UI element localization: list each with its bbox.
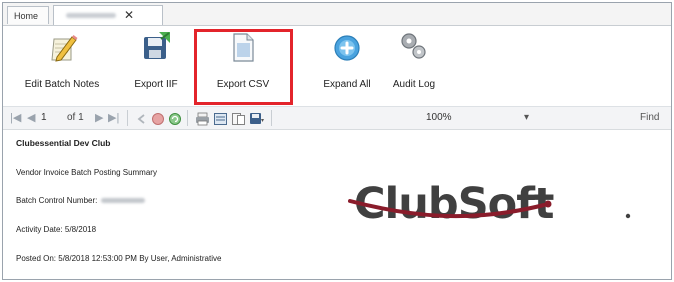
last-page-icon[interactable]: ▶|: [108, 110, 119, 126]
report-window: Home ✕ Edit Batch Notes Export IIF Expor…: [2, 2, 672, 280]
export-save-icon[interactable]: [249, 111, 265, 127]
logo-period: [625, 213, 631, 219]
refresh-icon[interactable]: [168, 111, 182, 127]
next-page-icon[interactable]: ▶: [95, 110, 103, 126]
export-csv-button[interactable]: Export CSV: [198, 26, 288, 104]
export-iif-label: Export IIF: [134, 79, 178, 90]
logo-text: ClubSoft: [354, 179, 554, 229]
page-setup-icon[interactable]: [231, 111, 246, 127]
tab-strip: Home ✕: [3, 3, 671, 26]
edit-batch-notes-button[interactable]: Edit Batch Notes: [4, 26, 120, 104]
stop-icon[interactable]: [151, 111, 165, 127]
club-name: Clubessential Dev Club: [16, 138, 111, 148]
find-link[interactable]: Find: [640, 110, 659, 126]
redacted-batch-number: [101, 198, 146, 204]
audit-log-button[interactable]: Audit Log: [382, 26, 446, 104]
export-csv-label: Export CSV: [216, 79, 270, 90]
nav-separator: [127, 110, 128, 126]
previous-page-icon[interactable]: ◀: [27, 110, 35, 126]
tab-home-label: Home: [14, 11, 39, 21]
pencil-notepad-icon: [51, 35, 78, 62]
expand-plus-icon: [334, 35, 360, 61]
posted-on: Posted On: 5/8/2018 12:53:00 PM By User,…: [16, 254, 222, 263]
zoom-value: 100%: [426, 112, 452, 123]
back-arrow-icon[interactable]: [135, 111, 149, 127]
expand-all-label: Expand All: [323, 79, 371, 90]
batch-control-number: Batch Control Number:: [16, 196, 146, 205]
chevron-down-icon: ▾: [524, 112, 530, 123]
nav-separator: [187, 110, 188, 126]
current-page-input[interactable]: 1: [41, 110, 63, 126]
page-count-label: of 1: [67, 112, 84, 123]
report-body: Clubessential Dev Club Vendor Invoice Ba…: [3, 130, 671, 279]
nav-separator: [271, 110, 272, 126]
summary-title: Vendor Invoice Batch Posting Summary: [16, 168, 157, 177]
tab-batch-report[interactable]: ✕: [53, 5, 163, 25]
report-navigation-bar: |◀ ◀ 1 of 1 ▶ ▶| 100% ▾ Find: [3, 107, 671, 130]
zoom-select[interactable]: 100% ▾: [426, 110, 536, 126]
close-icon[interactable]: ✕: [124, 6, 134, 24]
first-page-icon[interactable]: |◀: [10, 110, 21, 126]
document-icon: [233, 33, 254, 62]
clubsoft-logo: ClubSoft: [348, 179, 631, 229]
activity-date: Activity Date: 5/8/2018: [16, 225, 97, 234]
print-icon[interactable]: [195, 111, 210, 127]
batch-control-label: Batch Control Number:: [16, 196, 98, 205]
tab-redacted-title: [66, 13, 116, 18]
audit-log-label: Audit Log: [392, 79, 436, 90]
logo-dot: [544, 200, 552, 208]
expand-all-button[interactable]: Expand All: [307, 26, 387, 104]
edit-batch-notes-label: Edit Batch Notes: [24, 79, 100, 90]
report-toolbar: Edit Batch Notes Export IIF Export CSV E…: [3, 26, 671, 107]
save-export-icon: [144, 32, 170, 59]
export-iif-button[interactable]: Export IIF: [122, 26, 190, 104]
gears-icon: [401, 33, 426, 59]
tab-home[interactable]: Home: [7, 6, 49, 24]
print-layout-icon[interactable]: [213, 111, 228, 127]
